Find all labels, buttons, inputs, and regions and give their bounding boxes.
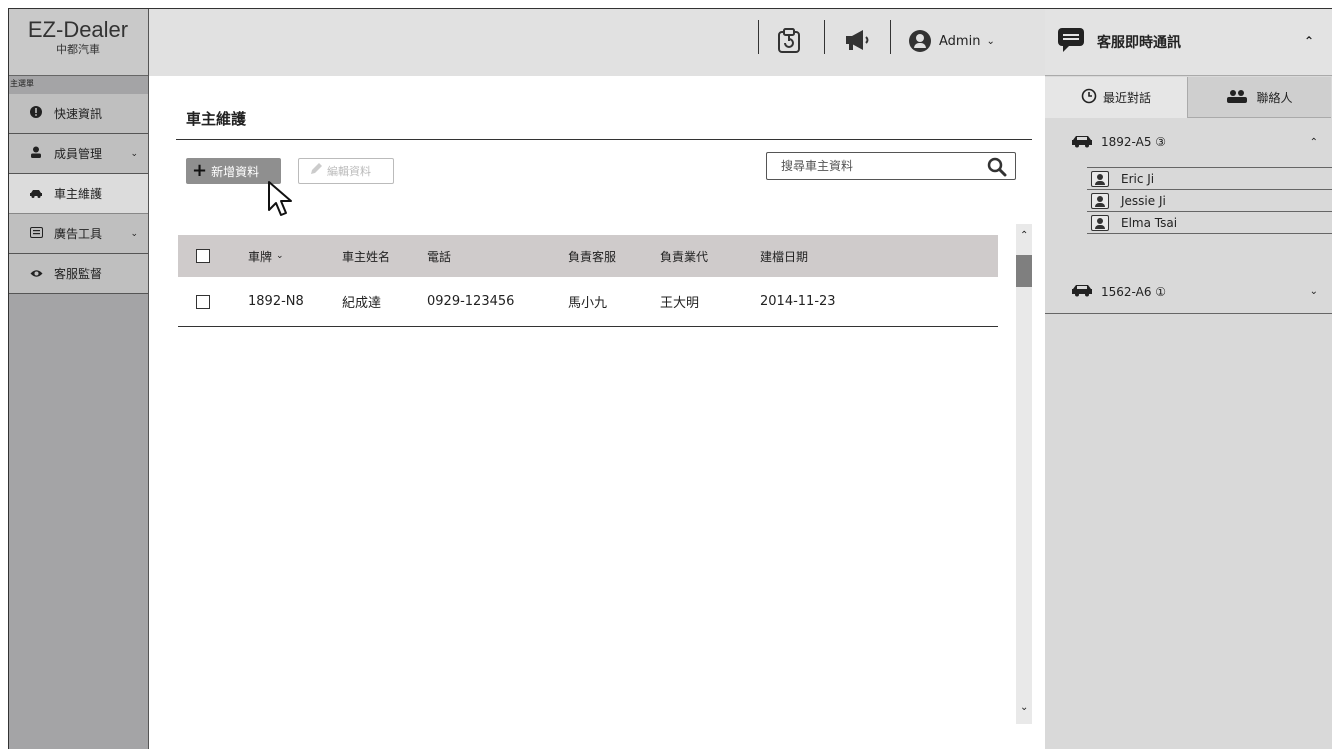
divider [890,20,891,54]
page-title: 車主維護 [186,110,247,128]
clipboard-icon[interactable] [777,28,801,59]
sidebar-item-owners[interactable]: 車主維護 [8,174,148,214]
contact-name: Elma Tsai [1121,215,1178,230]
pencil-icon [309,162,323,180]
main-menu-label: 主選單 [10,79,34,88]
cell-date: 2014-11-23 [760,294,836,309]
chat-bubble-icon [1057,27,1085,57]
sidebar-item-label: 成員管理 [54,147,103,161]
column-header-phone: 電話 [427,249,452,264]
person-icon [1091,170,1109,187]
sidebar-item-ad-tools[interactable]: 廣告工具 ⌄ [8,214,148,254]
chat-panel: 客服即時通訊 ⌃ 最近對話 聯絡人 1892-A5 ③ ⌃ Eric Ji Je… [1045,8,1332,749]
sidebar: EZ-Dealer 中都汽車 主選單 快速資訊 成員管理 ⌄ 車主維護 廣告工具… [8,8,149,749]
column-header-plate[interactable]: 車牌 ⌄ [248,235,284,277]
chat-title: 客服即時通訊 [1097,34,1181,51]
chevron-down-icon: ⌄ [986,35,995,47]
user-name: Admin [939,33,981,49]
table-scrollbar[interactable]: ⌃ ⌄ [1016,224,1032,724]
sidebar-item-label: 廣告工具 [54,227,103,241]
person-icon [1091,192,1109,209]
contact-item[interactable]: Elma Tsai [1087,211,1332,234]
cell-owner: 紀成達 [342,296,382,311]
scroll-down-icon[interactable]: ⌄ [1020,702,1028,713]
contact-name: Jessie Ji [1121,193,1166,208]
search-icon[interactable] [987,157,1007,180]
edit-record-button[interactable]: 編輯資料 [298,158,394,184]
divider [758,20,759,54]
table-header: 車牌 ⌄ 車主姓名 電話 負責客服 負責業代 建檔日期 [178,235,998,277]
cell-plate: 1892-N8 [248,294,304,309]
info-icon [28,106,44,121]
column-header-sales: 負責業代 [660,249,709,264]
chevron-down-icon[interactable]: ⌄ [130,149,138,159]
ad-icon [28,226,44,241]
add-record-label: 新增資料 [211,164,260,179]
chat-group-label: 1892-A5 ③ [1101,135,1167,149]
chat-group-item[interactable]: 1892-A5 ③ ⌃ [1045,120,1332,164]
contact-name: Eric Ji [1121,171,1155,186]
chevron-down-icon[interactable]: ⌄ [130,229,138,239]
tab-contacts[interactable]: 聯絡人 [1188,77,1331,118]
cell-phone: 0929-123456 [427,294,515,309]
top-bar: Admin ⌄ [149,8,1045,76]
mouse-cursor-icon [266,180,296,222]
logo-title: EZ-Dealer [27,17,129,42]
divider [824,20,825,54]
tab-recent-label: 最近對話 [1102,91,1151,105]
chat-header[interactable]: 客服即時通訊 ⌃ [1045,8,1332,76]
select-all-checkbox[interactable] [196,235,210,277]
contact-item[interactable]: Eric Ji [1087,167,1332,189]
chevron-down-icon[interactable]: ⌄ [1310,286,1318,297]
column-header-date: 建檔日期 [760,249,809,264]
cell-sales: 王大明 [660,296,700,311]
sidebar-item-quick-info[interactable]: 快速資訊 [8,94,148,134]
chevron-up-icon[interactable]: ⌃ [1304,34,1314,48]
plus-icon: + [192,160,208,181]
scroll-up-icon[interactable]: ⌃ [1020,230,1028,241]
logo[interactable]: EZ-Dealer 中都汽車 [8,8,148,76]
chevron-up-icon[interactable]: ⌃ [1310,137,1318,148]
contacts-icon [1226,89,1248,106]
chat-tabs: 最近對話 聯絡人 [1045,77,1332,118]
row-checkbox[interactable] [196,277,210,326]
sidebar-item-members[interactable]: 成員管理 ⌄ [8,134,148,174]
car-icon [1071,283,1093,300]
car-icon [28,187,44,201]
column-header-service: 負責客服 [568,249,617,264]
chat-group-label: 1562-A6 ① [1101,284,1167,299]
table-row[interactable]: 1892-N8 紀成達 0929-123456 馬小九 王大明 2014-11-… [178,277,998,327]
sidebar-item-service-monitor[interactable]: 客服監督 [8,254,148,294]
person-icon [1091,214,1109,231]
sidebar-item-label: 車主維護 [54,187,103,201]
sidebar-item-label: 客服監督 [54,267,103,281]
search-field[interactable] [766,152,1016,180]
cell-service: 馬小九 [568,296,608,311]
scroll-thumb[interactable] [1016,255,1032,287]
megaphone-icon[interactable] [843,28,871,57]
tab-contacts-label: 聯絡人 [1256,90,1293,105]
tab-recent[interactable]: 最近對話 [1045,77,1188,118]
clock-icon [1081,88,1097,107]
column-header-owner: 車主姓名 [342,249,391,264]
person-icon [28,146,44,161]
logo-subtitle: 中都汽車 [56,43,100,56]
sort-chevron-icon: ⌄ [276,251,284,261]
contact-item[interactable]: Jessie Ji [1087,189,1332,211]
edit-record-label: 編輯資料 [327,165,371,178]
chat-group-item[interactable]: 1562-A6 ① ⌄ [1045,270,1332,314]
user-menu[interactable]: Admin ⌄ [909,30,995,52]
eye-icon [28,267,44,281]
avatar [909,30,931,52]
sidebar-item-label: 快速資訊 [54,107,103,121]
car-icon [1071,134,1093,151]
search-input[interactable] [767,153,967,179]
divider [176,139,1032,140]
